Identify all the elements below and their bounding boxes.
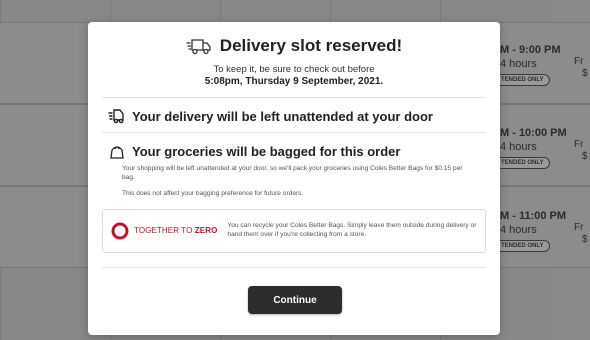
- recycle-info-text: You can recycle your Coles Better Bags. …: [227, 221, 477, 238]
- modal-title-row: Delivery slot reserved!: [186, 36, 402, 56]
- bg-slot-time[interactable]: M - 10:00 PM 4 hours TENDED ONLY: [494, 127, 567, 169]
- bg-fee-label: Fr: [574, 222, 584, 233]
- bg-fee-sub: $: [582, 151, 588, 162]
- continue-button[interactable]: Continue: [248, 286, 342, 314]
- recycle-info-box: TOGETHER TO ZERO You can recycle your Co…: [102, 208, 486, 253]
- bg-slot-pill: TENDED ONLY: [494, 157, 551, 169]
- bg-slot-fee: Fr $: [574, 56, 588, 79]
- modal-title: Delivery slot reserved!: [219, 36, 403, 55]
- bg-slot-hours: 4 hours: [500, 224, 537, 236]
- together-to-zero-logo: TOGETHER TO ZERO: [111, 222, 217, 240]
- unattended-delivery-icon: [108, 108, 126, 124]
- bg-slot-time-label: M - 9:00 PM: [500, 44, 561, 56]
- bg-fee-sub: $: [582, 234, 588, 245]
- bg-slot-time[interactable]: M - 9:00 PM 4 hours TENDED ONLY: [494, 44, 562, 86]
- modal-header: Delivery slot reserved! To keep it, be s…: [88, 22, 500, 87]
- bg-slot-time[interactable]: M - 11:00 PM 4 hours TENDED ONLY: [494, 210, 567, 252]
- divider: [102, 266, 486, 268]
- modal-subtitle: To keep it, be sure to check out before: [213, 64, 375, 75]
- bagging-preference-note: This does not affect your bagging prefer…: [122, 189, 304, 197]
- bagged-row: Your groceries will be bagged for this o…: [88, 133, 500, 165]
- bg-slot-fee: Fr $: [574, 139, 588, 162]
- truck-icon: [186, 37, 212, 55]
- bg-fee-sub: $: [582, 68, 588, 79]
- bg-slot-hours: 4 hours: [500, 141, 537, 153]
- bg-slot-time-label: M - 10:00 PM: [500, 127, 567, 139]
- bg-fee-label: Fr: [574, 56, 584, 67]
- bag-icon: [108, 143, 126, 159]
- unattended-row: Your delivery will be left unattended at…: [88, 98, 500, 132]
- slot-reserved-modal: Delivery slot reserved! To keep it, be s…: [88, 22, 500, 335]
- bg-slot-time-label: M - 11:00 PM: [500, 210, 567, 222]
- bg-slot-hours: 4 hours: [500, 58, 537, 70]
- checkout-deadline: 5:08pm, Thursday 9 September, 2021.: [204, 76, 384, 87]
- bg-slot-pill: TENDED ONLY: [494, 240, 551, 252]
- bg-slot-fee: Fr $: [574, 222, 588, 245]
- bagging-info-text: Your shopping will be left unattended at…: [122, 165, 463, 181]
- bg-slot-pill: TENDED ONLY: [494, 74, 551, 86]
- ttz-ring-icon: [111, 222, 129, 240]
- ttz-text-a: TOGETHER TO: [134, 226, 193, 236]
- bagged-heading: Your groceries will be bagged for this o…: [132, 143, 401, 159]
- bg-fee-label: Fr: [574, 139, 584, 150]
- unattended-heading: Your delivery will be left unattended at…: [132, 108, 433, 124]
- ttz-text-b: ZERO: [194, 226, 218, 236]
